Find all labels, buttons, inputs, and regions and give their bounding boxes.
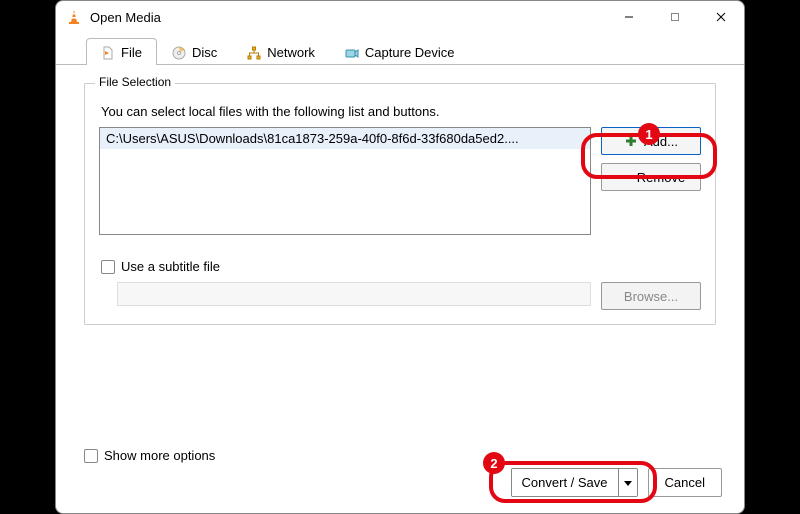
file-list[interactable]: C:\Users\ASUS\Downloads\81ca1873-259a-40…: [99, 127, 591, 235]
convert-save-dropdown[interactable]: [619, 469, 637, 496]
window-title: Open Media: [90, 10, 606, 25]
show-more-options-label: Show more options: [104, 448, 215, 463]
tab-disc[interactable]: Disc: [157, 38, 232, 65]
convert-save-main[interactable]: Convert / Save: [512, 469, 619, 496]
file-selection-hint: You can select local files with the foll…: [101, 104, 701, 119]
open-media-window: Open Media File Disc Network: [55, 0, 745, 514]
disc-icon: [172, 46, 186, 60]
chevron-down-icon: [624, 475, 632, 490]
remove-file-button[interactable]: Remove: [601, 163, 701, 191]
browse-button-label: Browse...: [624, 289, 678, 304]
add-button-label: Add...: [644, 134, 678, 149]
tab-capture[interactable]: Capture Device: [330, 38, 470, 65]
show-more-options-row: Show more options: [84, 448, 215, 463]
use-subtitle-checkbox[interactable]: [101, 260, 115, 274]
tab-capture-label: Capture Device: [365, 45, 455, 60]
tab-file[interactable]: File: [86, 38, 157, 65]
titlebar: Open Media: [56, 1, 744, 33]
dialog-footer: Convert / Save Cancel: [511, 468, 722, 497]
tab-bar: File Disc Network Capture Device: [56, 33, 744, 65]
file-icon: [101, 46, 115, 60]
file-selection-group: File Selection You can select local file…: [84, 83, 716, 325]
tab-file-label: File: [121, 45, 142, 60]
add-file-button[interactable]: Add...: [601, 127, 701, 155]
remove-button-label: Remove: [637, 170, 685, 185]
capture-device-icon: [345, 46, 359, 60]
convert-save-button[interactable]: Convert / Save: [511, 468, 638, 497]
use-subtitle-label: Use a subtitle file: [121, 259, 220, 274]
convert-save-label: Convert / Save: [522, 475, 608, 490]
maximize-button[interactable]: [652, 1, 698, 33]
file-list-item[interactable]: C:\Users\ASUS\Downloads\81ca1873-259a-40…: [100, 128, 590, 149]
subtitle-path-field: [117, 282, 591, 306]
close-button[interactable]: [698, 1, 744, 33]
cancel-button[interactable]: Cancel: [648, 468, 722, 497]
vlc-cone-icon: [66, 9, 82, 25]
network-icon: [247, 46, 261, 60]
file-selection-legend: File Selection: [95, 75, 175, 89]
cancel-label: Cancel: [665, 475, 705, 490]
show-more-options-checkbox[interactable]: [84, 449, 98, 463]
minus-icon: [617, 170, 631, 184]
tab-network[interactable]: Network: [232, 38, 330, 65]
minimize-button[interactable]: [606, 1, 652, 33]
tab-disc-label: Disc: [192, 45, 217, 60]
plus-icon: [624, 134, 638, 148]
window-controls: [606, 1, 744, 33]
tab-network-label: Network: [267, 45, 315, 60]
browse-subtitle-button: Browse...: [601, 282, 701, 310]
